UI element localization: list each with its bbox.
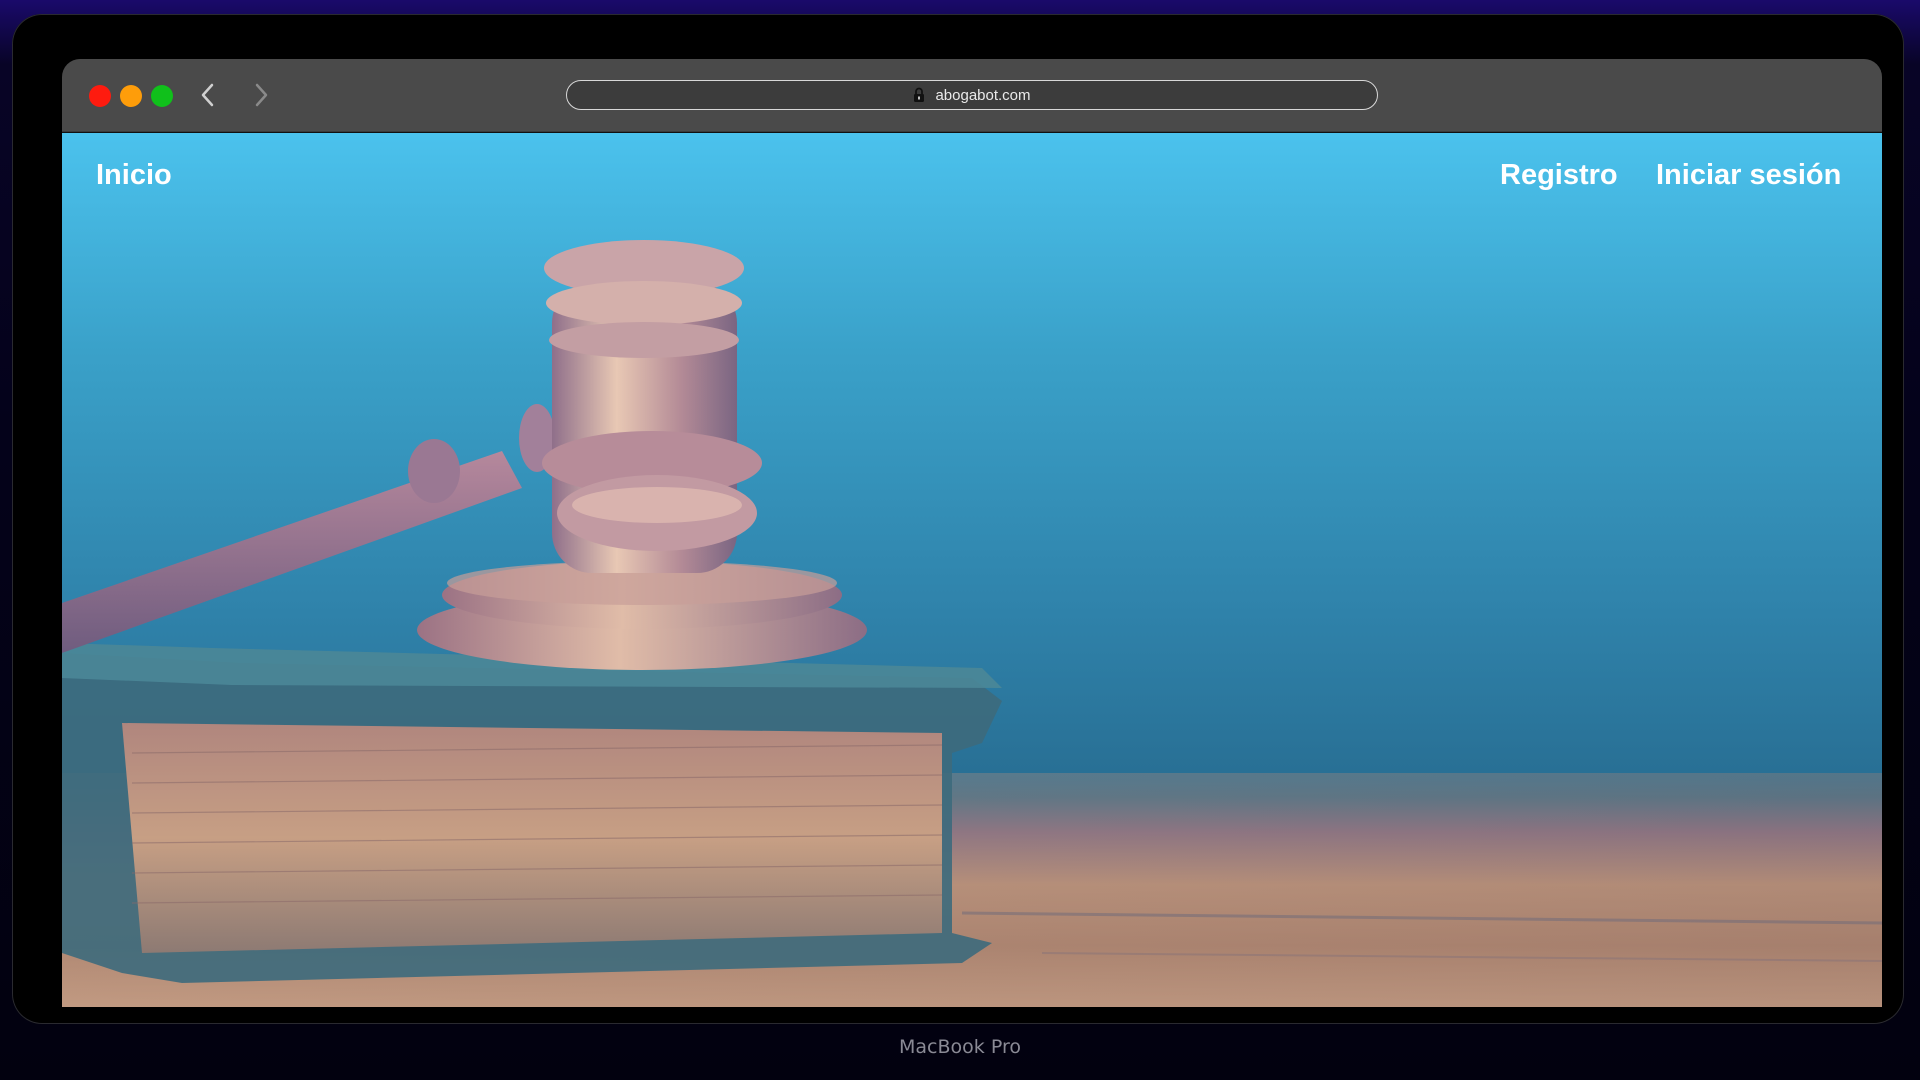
forward-button[interactable] xyxy=(245,79,277,111)
page-content: Inicio Registro Iniciar sesión xyxy=(62,133,1882,1007)
device-label: MacBook Pro xyxy=(899,1036,1021,1058)
browser-toolbar: abogabot.com xyxy=(62,59,1882,132)
chevron-right-icon xyxy=(255,83,268,107)
address-url: abogabot.com xyxy=(935,86,1031,104)
minimize-window-button[interactable] xyxy=(120,85,142,107)
maximize-window-button[interactable] xyxy=(151,85,173,107)
browser-window: abogabot.com Inicio Registro Iniciar ses… xyxy=(62,59,1882,1007)
nav-home-link[interactable]: Inicio xyxy=(96,159,172,192)
nav-register-link[interactable]: Registro xyxy=(1500,159,1618,192)
gavel-and-book-illustration xyxy=(62,240,1882,1007)
chevron-left-icon xyxy=(201,83,214,107)
back-button[interactable] xyxy=(192,79,224,111)
nav-login-link[interactable]: Iniciar sesión xyxy=(1656,159,1841,192)
laptop-frame: abogabot.com Inicio Registro Iniciar ses… xyxy=(12,14,1904,1024)
close-window-button[interactable] xyxy=(89,85,111,107)
address-bar[interactable]: abogabot.com xyxy=(566,80,1378,110)
lock-icon xyxy=(913,87,925,103)
